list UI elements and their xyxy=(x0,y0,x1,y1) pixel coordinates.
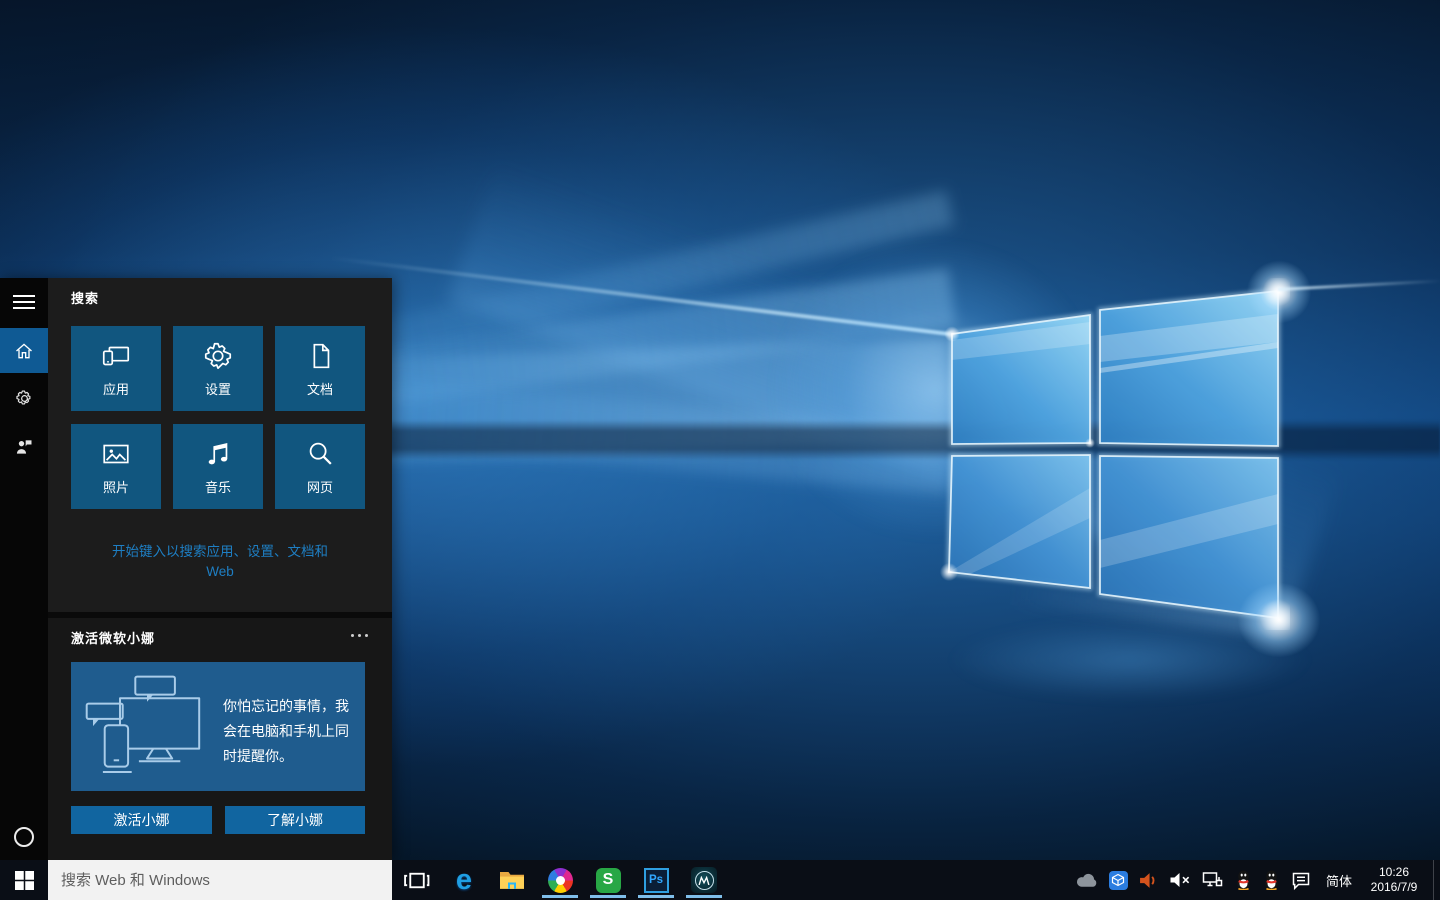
logo-corner-glint xyxy=(1226,572,1332,668)
tile-music[interactable]: 音乐 xyxy=(173,424,263,509)
taskbar-search-box xyxy=(48,860,392,900)
rail-item-settings[interactable] xyxy=(0,380,48,416)
taskbar-clock[interactable]: 10:26 2016/7/9 xyxy=(1364,865,1428,895)
running-indicator xyxy=(638,895,674,898)
cortana-section: 激活微软小娜 xyxy=(48,618,392,860)
task-view-button[interactable] xyxy=(392,860,440,900)
taskbar-app-edge[interactable]: e xyxy=(440,860,488,900)
running-indicator xyxy=(590,895,626,898)
hamburger-icon xyxy=(13,291,35,313)
ime-language-indicator[interactable]: 简体 xyxy=(1319,860,1359,900)
search-category-tiles: 应用 设置 文档 xyxy=(71,326,365,509)
taskbar-app-pinwheel[interactable] xyxy=(536,860,584,900)
taskbar-search-input[interactable] xyxy=(48,860,392,900)
search-flyout-panel: 搜索 应用 xyxy=(0,278,392,860)
taskbar-app-motorola[interactable] xyxy=(680,860,728,900)
windows-start-icon xyxy=(15,871,34,890)
settings-gear-icon xyxy=(202,340,234,372)
taskbar-app-file-explorer[interactable] xyxy=(488,860,536,900)
system-tray: 简体 10:26 2016/7/9 xyxy=(1072,860,1440,900)
green-s-app-icon: S xyxy=(596,868,621,893)
flyout-content: 搜索 应用 xyxy=(48,278,392,860)
tile-web[interactable]: 网页 xyxy=(275,424,365,509)
network-icon[interactable] xyxy=(1199,860,1227,900)
person-feedback-icon xyxy=(14,437,34,457)
rail-item-cortana[interactable] xyxy=(0,819,48,855)
clock-date: 2016/7/9 xyxy=(1364,880,1424,895)
search-section: 搜索 应用 xyxy=(48,278,392,612)
file-explorer-icon xyxy=(499,869,525,891)
activate-cortana-button[interactable]: 激活小娜 xyxy=(71,806,212,834)
edge-browser-icon: e xyxy=(456,866,472,895)
show-desktop-button[interactable] xyxy=(1433,860,1440,900)
music-notes-icon xyxy=(202,438,234,470)
search-hint-text: 开始键入以搜索应用、设置、文档和 Web xyxy=(48,542,392,582)
tile-label: 照片 xyxy=(103,477,129,496)
tile-label: 网页 xyxy=(307,477,333,496)
photoshop-icon: Ps xyxy=(644,868,669,893)
hint-line-2: Web xyxy=(206,564,234,579)
more-options-button[interactable] xyxy=(351,634,368,637)
devices-illustration-icon xyxy=(71,662,223,791)
tile-label: 应用 xyxy=(103,379,129,398)
cortana-section-title: 激活微软小娜 xyxy=(71,628,155,647)
tile-label: 音乐 xyxy=(205,477,231,496)
cortana-buttons-row: 激活小娜 了解小娜 xyxy=(71,806,365,834)
tile-apps[interactable]: 应用 xyxy=(71,326,161,411)
flyout-nav-rail xyxy=(0,278,48,860)
tile-label: 设置 xyxy=(205,379,231,398)
running-indicator xyxy=(542,895,578,898)
volume-muted-icon[interactable] xyxy=(1166,860,1194,900)
tile-settings[interactable]: 设置 xyxy=(173,326,263,411)
web-search-icon xyxy=(304,438,336,470)
rail-item-feedback[interactable] xyxy=(0,429,48,465)
pinwheel-app-icon xyxy=(548,868,573,893)
motorola-app-icon xyxy=(691,867,717,893)
document-icon xyxy=(304,340,336,372)
action-center-icon[interactable] xyxy=(1288,860,1314,900)
home-icon xyxy=(14,341,34,361)
taskbar: e S Ps xyxy=(0,860,1440,900)
menu-button[interactable] xyxy=(0,284,48,320)
qq-icon-1[interactable] xyxy=(1232,860,1255,900)
rail-item-home[interactable] xyxy=(0,328,48,373)
hint-line-1: 开始键入以搜索应用、设置、文档和 xyxy=(112,544,328,559)
tile-documents[interactable]: 文档 xyxy=(275,326,365,411)
apps-devices-icon xyxy=(100,340,132,372)
search-section-title: 搜索 xyxy=(71,288,99,307)
taskbar-app-green-s[interactable]: S xyxy=(584,860,632,900)
gear-icon xyxy=(15,389,34,408)
cortana-promo-card: 你怕忘记的事情，我会在电脑和手机上同时提醒你。 xyxy=(71,662,365,791)
photo-icon xyxy=(100,438,132,470)
cube-tray-icon[interactable] xyxy=(1106,860,1131,900)
onedrive-cloud-icon[interactable] xyxy=(1072,860,1101,900)
tile-photos[interactable]: 照片 xyxy=(71,424,161,509)
learn-cortana-button[interactable]: 了解小娜 xyxy=(225,806,365,834)
logo-corner-glint xyxy=(1236,250,1322,334)
motorola-ring-icon xyxy=(695,871,714,890)
cortana-card-text: 你怕忘记的事情，我会在电脑和手机上同时提醒你。 xyxy=(223,662,365,791)
start-button[interactable] xyxy=(0,860,48,900)
qq-icon-2[interactable] xyxy=(1260,860,1283,900)
desktop: 搜索 应用 xyxy=(0,0,1440,900)
task-view-icon xyxy=(403,869,430,892)
audio-manager-icon[interactable] xyxy=(1136,860,1161,900)
tile-label: 文档 xyxy=(307,379,333,398)
running-indicator xyxy=(686,895,722,898)
clock-time: 10:26 xyxy=(1364,865,1424,880)
cortana-circle-icon xyxy=(14,827,34,847)
taskbar-app-photoshop[interactable]: Ps xyxy=(632,860,680,900)
